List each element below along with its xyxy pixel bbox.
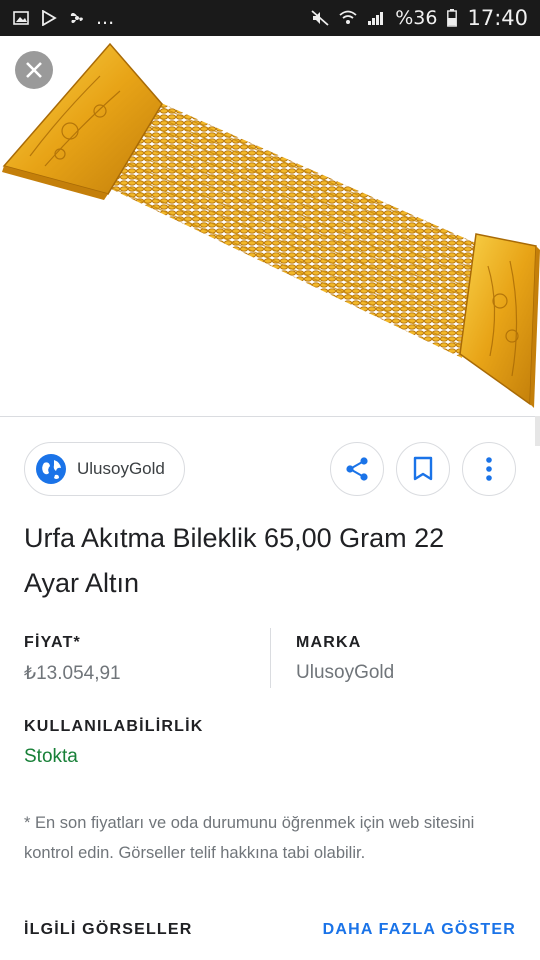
show-more-link[interactable]: DAHA FAZLA GÖSTER xyxy=(323,921,516,939)
scrollbar[interactable] xyxy=(535,416,540,446)
status-bar-right: %36 17:40 xyxy=(311,6,528,30)
source-label: UlusoyGold xyxy=(77,459,165,478)
image-divider xyxy=(0,416,540,417)
brand-label: MARKA xyxy=(296,634,362,651)
price-value: ₺13.054,91 xyxy=(24,663,121,684)
play-store-icon xyxy=(40,10,58,26)
availability-value: Stokta xyxy=(24,746,78,767)
brand-value: UlusoyGold xyxy=(296,662,395,683)
status-bar-left: ... xyxy=(12,7,114,29)
globe-icon xyxy=(35,453,67,485)
gold-bracelet-image xyxy=(2,42,540,408)
disclaimer-note: * En son fiyatları ve oda durumunu öğren… xyxy=(24,814,475,862)
image-icon xyxy=(12,10,30,26)
fan-icon xyxy=(68,10,86,26)
column-divider xyxy=(270,628,271,688)
product-image[interactable] xyxy=(0,36,540,417)
price-label: FİYAT* xyxy=(24,634,81,651)
close-icon xyxy=(26,62,42,78)
more-options-button[interactable] xyxy=(462,442,516,496)
more-vert-icon xyxy=(486,457,492,481)
availability-label: KULLANILABİLİRLİK xyxy=(24,718,204,735)
related-images-title: İLGİLİ GÖRSELLER xyxy=(24,921,193,938)
status-time: 17:40 xyxy=(467,6,528,30)
mute-icon xyxy=(311,10,329,26)
bookmark-icon xyxy=(413,456,433,481)
signal-icon xyxy=(367,10,385,26)
status-bar: ... %36 17:40 xyxy=(0,0,540,36)
share-button[interactable] xyxy=(330,442,384,496)
wifi-icon xyxy=(339,10,357,26)
share-icon xyxy=(346,457,368,481)
status-ellipsis: ... xyxy=(96,7,115,29)
product-title: Urfa Akıtma Bileklik 65,00 Gram 22 Ayar … xyxy=(24,523,445,598)
battery-icon xyxy=(447,9,458,27)
source-chip[interactable]: UlusoyGold xyxy=(24,442,185,496)
close-button[interactable] xyxy=(15,51,53,89)
save-button[interactable] xyxy=(396,442,450,496)
battery-percent: %36 xyxy=(395,7,438,29)
